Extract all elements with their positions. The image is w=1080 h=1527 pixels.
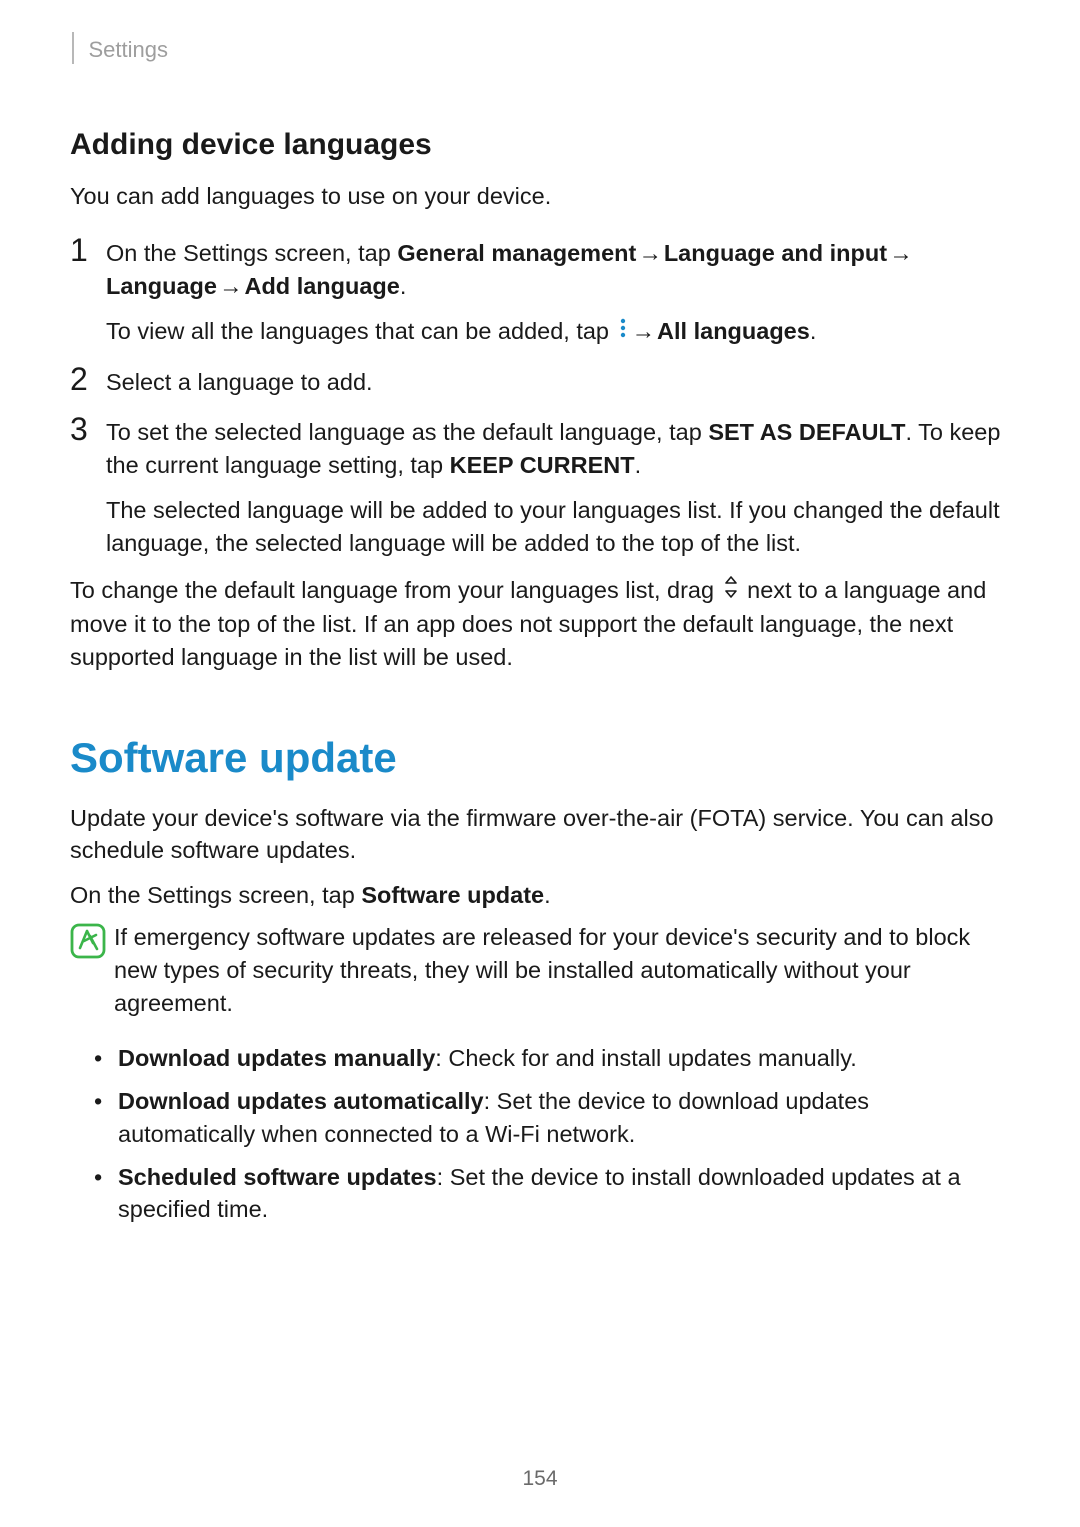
bold-text: SET AS DEFAULT: [708, 419, 905, 445]
manual-page: Settings Adding device languages You can…: [0, 0, 1080, 1226]
bold-text: Add language: [244, 273, 399, 299]
step-3: 3 To set the selected language as the de…: [70, 413, 1010, 560]
step-body: Select a language to add.: [106, 363, 1010, 399]
step-sub: To view all the languages that can be ad…: [106, 315, 1010, 349]
bold-text: KEEP CURRENT: [450, 452, 635, 478]
bullet-item: • Scheduled software updates: Set the de…: [94, 1161, 1010, 1227]
section-heading-software-update: Software update: [70, 734, 1010, 782]
bold-text: Download updates manually: [118, 1045, 435, 1071]
bullet-dot: •: [94, 1042, 118, 1075]
bullet-body: Download updates manually: Check for and…: [118, 1042, 1010, 1075]
step-number: 3: [70, 413, 106, 560]
header-divider: [72, 32, 74, 64]
step-number: 1: [70, 234, 106, 349]
arrow-text: →: [889, 237, 913, 270]
bullet-body: Scheduled software updates: Set the devi…: [118, 1161, 1010, 1227]
bullet-item: • Download updates manually: Check for a…: [94, 1042, 1010, 1075]
arrow-text: →: [632, 315, 656, 348]
section1-footer-paragraph: To change the default language from your…: [70, 574, 1010, 674]
text: : Check for and install updates manually…: [435, 1045, 857, 1071]
step-number: 2: [70, 363, 106, 399]
arrow-text: →: [219, 270, 243, 303]
text: On the Settings screen, tap: [70, 882, 361, 908]
bold-text: All languages: [657, 318, 810, 344]
text: .: [400, 273, 407, 299]
bold-text: Language and input: [664, 240, 887, 266]
step-sub: The selected language will be added to y…: [106, 494, 1010, 560]
page-number: 154: [0, 1467, 1080, 1491]
breadcrumb: Settings: [88, 37, 168, 62]
bold-text: General management: [397, 240, 636, 266]
drag-handle-icon: [722, 574, 740, 607]
step-body: On the Settings screen, tap General mana…: [106, 234, 1010, 349]
section1-intro: You can add languages to use on your dev…: [70, 180, 1010, 212]
text: On the Settings screen, tap: [106, 240, 397, 266]
bullet-item: • Download updates automatically: Set th…: [94, 1085, 1010, 1151]
note-callout: If emergency software updates are releas…: [70, 921, 1010, 1020]
bullet-dot: •: [94, 1085, 118, 1151]
text: To change the default language from your…: [70, 577, 721, 603]
note-text: If emergency software updates are releas…: [114, 921, 1010, 1020]
section-heading-adding-languages: Adding device languages: [70, 128, 1010, 162]
bullet-body: Download updates automatically: Set the …: [118, 1085, 1010, 1151]
bold-text: Scheduled software updates: [118, 1164, 437, 1190]
bold-text: Language: [106, 273, 217, 299]
step-body: To set the selected language as the defa…: [106, 413, 1010, 560]
note-icon: [70, 921, 114, 1020]
more-options-icon: [618, 315, 628, 348]
step-1: 1 On the Settings screen, tap General ma…: [70, 234, 1010, 349]
step-2: 2 Select a language to add.: [70, 363, 1010, 399]
page-header: Settings: [70, 34, 1010, 66]
section2-intro: Update your device's software via the fi…: [70, 802, 1010, 867]
text: .: [635, 452, 642, 478]
text: To view all the languages that can be ad…: [106, 318, 616, 344]
bold-text: Software update: [361, 882, 544, 908]
bullet-list: • Download updates manually: Check for a…: [94, 1042, 1010, 1226]
arrow-text: →: [638, 237, 662, 270]
bullet-dot: •: [94, 1161, 118, 1227]
section2-nav: On the Settings screen, tap Software upd…: [70, 879, 1010, 911]
text: .: [544, 882, 551, 908]
text: To set the selected language as the defa…: [106, 419, 708, 445]
step-list: 1 On the Settings screen, tap General ma…: [70, 234, 1010, 559]
text: .: [810, 318, 817, 344]
bold-text: Download updates automatically: [118, 1088, 484, 1114]
